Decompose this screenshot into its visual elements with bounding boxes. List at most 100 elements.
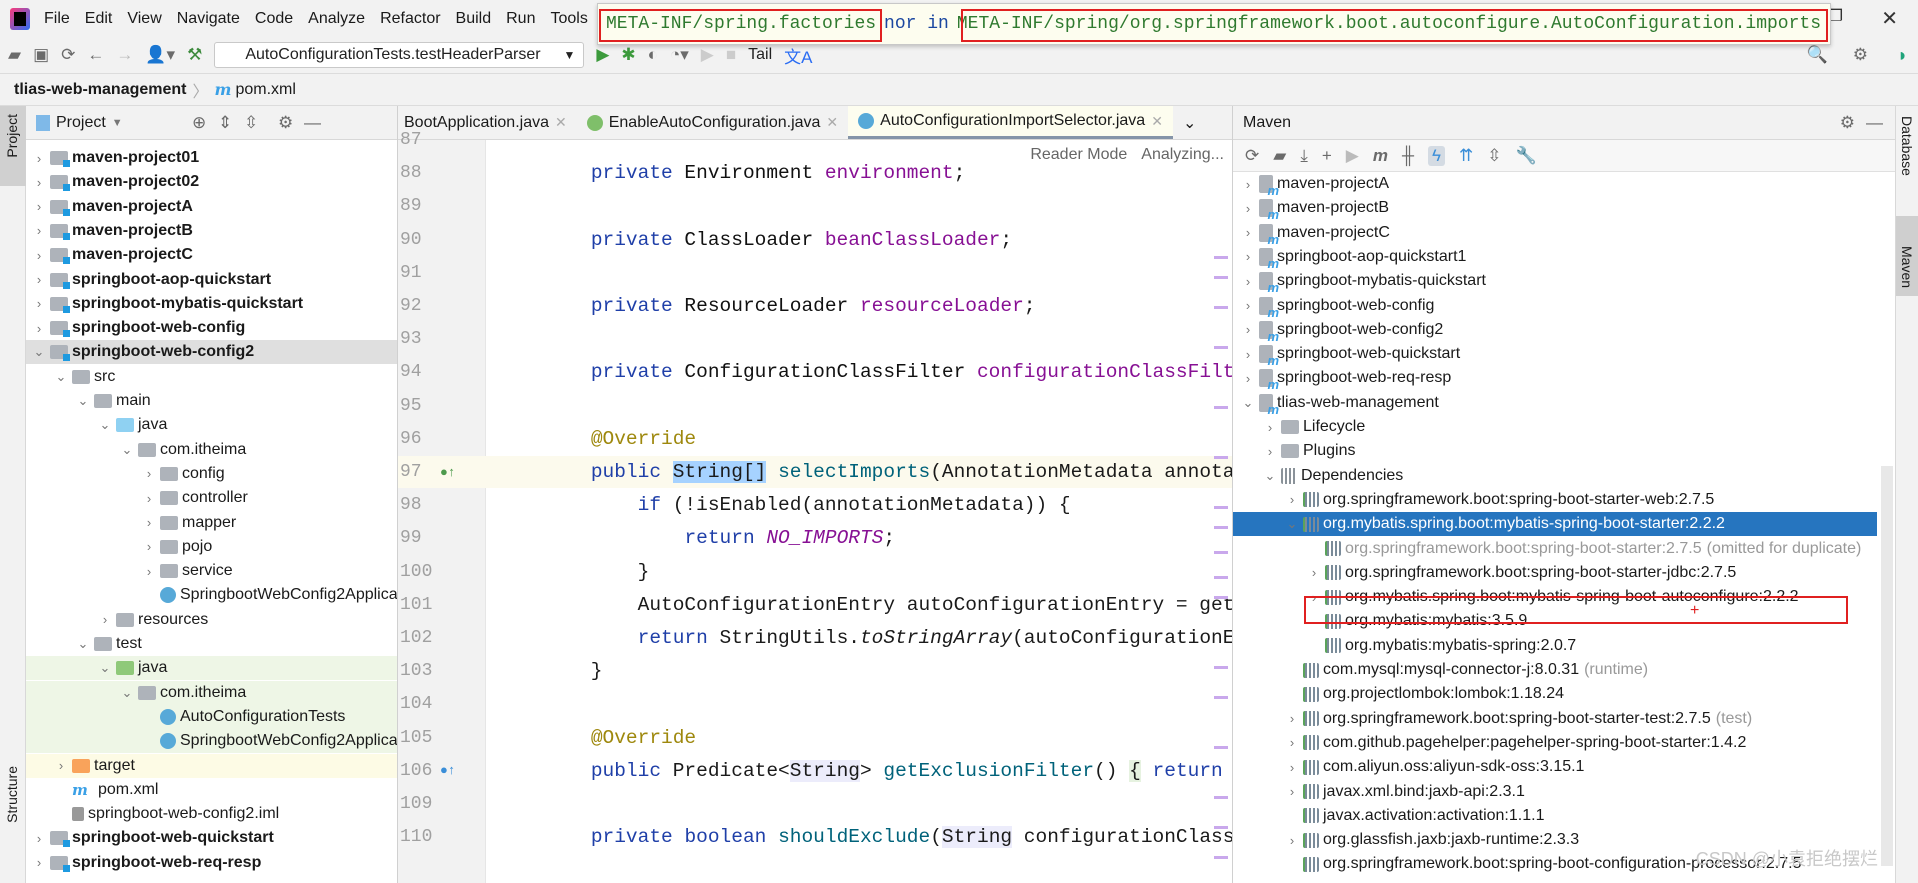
chevron-right-icon[interactable]: ›: [1237, 225, 1259, 240]
tree-row[interactable]: › service: [26, 559, 397, 583]
tree-row[interactable]: › springboot-web-config2: [1233, 318, 1877, 344]
tree-row[interactable]: › springboot-web-config: [1233, 294, 1877, 320]
chevron-down-icon[interactable]: ⌄: [72, 393, 94, 409]
chevron-right-icon[interactable]: ›: [28, 321, 50, 336]
chevron-right-icon[interactable]: ›: [28, 272, 50, 287]
database-tool-tab[interactable]: Database: [1899, 116, 1915, 176]
error-stripe-mark[interactable]: [1214, 526, 1228, 529]
menu-view[interactable]: View: [127, 10, 161, 28]
tree-row[interactable]: › maven-projectA: [1233, 172, 1877, 198]
code-area[interactable]: 87 88 private Environment environment; 89 9…: [398, 130, 1232, 883]
tree-row[interactable]: › org.springframework.boot:spring-boot-st…: [1233, 707, 1877, 731]
chevron-down-icon[interactable]: ⌄: [50, 369, 72, 385]
tree-row[interactable]: ⌄ java: [26, 413, 397, 437]
chevron-right-icon[interactable]: ›: [138, 466, 160, 481]
toolbox-icon[interactable]: ◗: [1897, 45, 1908, 66]
error-stripe-mark[interactable]: [1214, 746, 1228, 749]
chevron-right-icon[interactable]: ›: [1281, 735, 1303, 750]
chevron-right-icon[interactable]: ›: [138, 539, 160, 554]
chevron-right-icon[interactable]: ›: [28, 831, 50, 846]
menu-code[interactable]: Code: [255, 10, 293, 28]
resume-icon[interactable]: ▶: [701, 45, 714, 65]
sync-icon[interactable]: ⟳: [61, 45, 75, 65]
menu-run[interactable]: Run: [506, 10, 535, 28]
tree-row[interactable]: › resources: [26, 608, 397, 632]
build-hammer-icon[interactable]: ⚒: [187, 45, 202, 65]
forward-icon[interactable]: →: [116, 45, 133, 65]
translate-icon[interactable]: 文A: [784, 43, 812, 68]
tree-row[interactable]: › controller: [26, 486, 397, 510]
tree-row[interactable]: ⌄ Dependencies: [1233, 464, 1877, 488]
skip-tests-icon[interactable]: ╫: [1402, 146, 1414, 166]
tree-row[interactable]: › springboot-web-config: [26, 316, 397, 340]
chevron-right-icon[interactable]: ›: [1259, 420, 1281, 435]
chevron-right-icon[interactable]: ›: [1281, 711, 1303, 726]
chevron-right-icon[interactable]: ›: [138, 491, 160, 506]
chevron-down-icon[interactable]: ⌄: [28, 344, 50, 360]
error-stripe-mark[interactable]: [1214, 576, 1228, 579]
error-stripe-mark[interactable]: [1214, 256, 1228, 259]
open-folder-icon[interactable]: ▰: [8, 45, 21, 65]
gear-icon[interactable]: ⚙: [278, 113, 293, 133]
tree-row[interactable]: › com.github.pagehelper:pagehelper-spring…: [1233, 731, 1877, 755]
reload-icon[interactable]: ⟳: [1245, 146, 1259, 166]
chevron-down-icon[interactable]: ⌄: [72, 636, 94, 652]
hide-panel-icon[interactable]: —: [1866, 113, 1883, 133]
user-icon[interactable]: 👤▾: [145, 45, 175, 65]
chevron-down-icon[interactable]: ⌄: [116, 442, 138, 458]
chevron-right-icon[interactable]: ›: [1237, 249, 1259, 264]
tail-button[interactable]: Tail: [748, 46, 772, 64]
chevron-right-icon[interactable]: ›: [1237, 274, 1259, 289]
error-stripe-mark[interactable]: [1214, 306, 1228, 309]
tree-row[interactable]: › springboot-aop-quickstart1: [1233, 245, 1877, 271]
chevron-right-icon[interactable]: ›: [28, 248, 50, 263]
structure-tool-tab[interactable]: Structure: [4, 766, 20, 823]
error-stripe-mark[interactable]: [1214, 276, 1228, 279]
chevron-right-icon[interactable]: ›: [28, 175, 50, 190]
tree-row[interactable]: ⌄ com.itheima: [26, 680, 397, 705]
tree-row[interactable]: SpringbootWebConfig2Application: [26, 583, 397, 607]
error-stripe-mark[interactable]: [1214, 551, 1228, 554]
project-view-selector[interactable]: Project: [56, 114, 106, 132]
menu-build[interactable]: Build: [456, 10, 492, 28]
error-stripe-mark[interactable]: [1214, 796, 1228, 799]
tree-row[interactable]: › maven-projectC: [1233, 221, 1877, 247]
error-stripe-mark[interactable]: [1214, 696, 1228, 699]
chevron-right-icon[interactable]: ›: [1237, 177, 1259, 192]
tree-row[interactable]: › springboot-aop-quickstart: [26, 268, 397, 292]
tree-row[interactable]: AutoConfigurationTests: [26, 704, 397, 729]
tree-row[interactable]: › maven-projectC: [26, 243, 397, 267]
error-stripe-mark[interactable]: [1214, 856, 1228, 859]
run-configuration-select[interactable]: AutoConfigurationTests.testHeaderParser …: [214, 42, 585, 68]
chevron-right-icon[interactable]: ›: [1281, 492, 1303, 507]
menu-refactor[interactable]: Refactor: [380, 10, 440, 28]
menu-file[interactable]: File: [44, 10, 70, 28]
tree-row[interactable]: javax.activation:activation:1.1.1: [1233, 804, 1877, 828]
chevron-down-icon[interactable]: ⌄: [94, 417, 116, 433]
tree-row[interactable]: ⌄ main: [26, 389, 397, 413]
chevron-down-icon[interactable]: ⌄: [1281, 516, 1303, 532]
chevron-down-icon[interactable]: ⌄: [1259, 468, 1281, 484]
breadcrumb-project[interactable]: tlias-web-management: [14, 81, 186, 99]
chevron-right-icon[interactable]: ›: [28, 296, 50, 311]
error-stripe-mark[interactable]: [1214, 826, 1228, 829]
run-icon[interactable]: ▶: [1346, 146, 1359, 166]
chevron-right-icon[interactable]: ›: [50, 758, 72, 773]
implements-gutter-icon[interactable]: ●↑: [440, 763, 456, 778]
chevron-right-icon[interactable]: ›: [28, 855, 50, 870]
chevron-right-icon[interactable]: ›: [28, 199, 50, 214]
chevron-right-icon[interactable]: ›: [1237, 201, 1259, 216]
coverage-icon[interactable]: ◐: [648, 45, 658, 65]
error-stripe-mark[interactable]: [1214, 346, 1228, 349]
locate-icon[interactable]: ⊕: [192, 113, 206, 133]
back-icon[interactable]: ←: [87, 45, 104, 65]
menu-edit[interactable]: Edit: [85, 10, 113, 28]
tree-row[interactable]: › springboot-web-quickstart: [26, 826, 397, 850]
tree-row[interactable]: › org.springframework.boot:spring-boot-st…: [1233, 561, 1877, 585]
tree-row[interactable]: ⌄ org.mybatis.spring.boot:mybatis-spring-…: [1233, 512, 1877, 537]
tree-row[interactable]: ⌄ tlias-web-management: [1233, 391, 1877, 417]
debug-icon[interactable]: ✱: [621, 45, 635, 65]
chevron-right-icon[interactable]: ›: [28, 151, 50, 166]
chevron-down-icon[interactable]: ⌄: [1237, 395, 1259, 411]
save-icon[interactable]: ▣: [33, 45, 49, 65]
